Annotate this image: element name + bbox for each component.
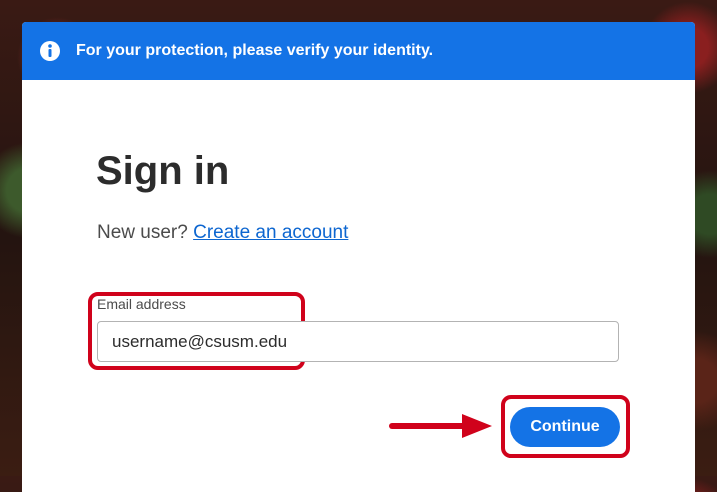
continue-button[interactable]: Continue: [510, 407, 620, 447]
banner-message: For your protection, please verify your …: [76, 42, 434, 59]
arrow-right-icon: [389, 414, 492, 438]
email-field[interactable]: [97, 321, 619, 362]
new-user-prompt: New user? Create an account: [97, 222, 348, 244]
new-user-text: New user?: [97, 222, 188, 243]
verification-banner: For your protection, please verify your …: [22, 22, 695, 80]
email-label: Email address: [97, 296, 186, 312]
sign-in-dialog: For your protection, please verify your …: [22, 22, 695, 492]
create-account-link[interactable]: Create an account: [193, 222, 348, 243]
info-icon: [39, 40, 61, 62]
page-title: Sign in: [96, 149, 230, 193]
